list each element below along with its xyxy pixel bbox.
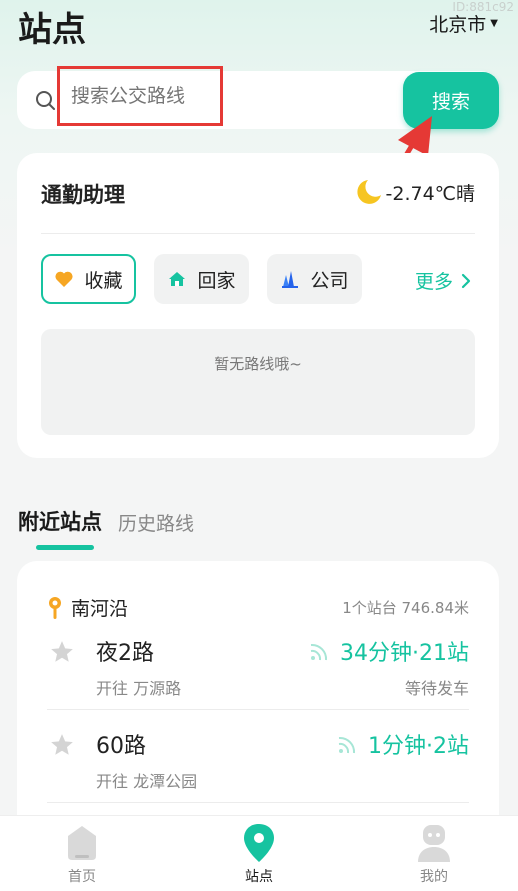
weather-text: -2.74℃晴: [385, 182, 476, 205]
header: 站点 北京市 ▼: [0, 0, 518, 60]
more-label: 更多: [414, 271, 453, 293]
home-label: 回家: [197, 269, 236, 292]
tab-nearby-stations[interactable]: 附近站点: [18, 506, 102, 550]
star-icon[interactable]: [49, 639, 75, 665]
weather-info: -2.74℃晴: [354, 177, 476, 207]
heart-icon: [55, 271, 74, 287]
tab-history-routes[interactable]: 历史路线: [118, 509, 194, 544]
route-status: 等待发车: [404, 679, 469, 698]
work-chip[interactable]: 公司: [267, 254, 362, 304]
route-destination: 开往 万源路: [96, 679, 182, 698]
station-tabs: 附近站点 历史路线: [18, 506, 194, 550]
favorite-chip[interactable]: 收藏: [41, 254, 136, 304]
nav-item-mine[interactable]: 我的: [374, 816, 494, 891]
divider: [47, 709, 469, 710]
route-item[interactable]: 夜2路 开往 万源路 34分钟·21站 等待发车: [47, 631, 469, 721]
favorite-label: 收藏: [84, 269, 123, 292]
realtime-signal-icon: [338, 736, 356, 754]
route-name: 夜2路: [96, 641, 154, 666]
station-name: 南河沿: [71, 598, 129, 620]
route-item[interactable]: 60路 开往 龙潭公园 1分钟·2站: [47, 724, 469, 814]
bus-stop-pin-icon: [49, 596, 61, 619]
user-icon: [418, 825, 450, 862]
house-icon: [169, 272, 186, 286]
building-icon: [282, 271, 299, 288]
route-eta: 1分钟·2站: [336, 728, 469, 760]
moon-icon: [356, 180, 381, 204]
city-selector[interactable]: 北京市 ▼: [429, 10, 498, 37]
search-icon: [36, 91, 55, 110]
station-header[interactable]: 南河沿 1个站台 746.84米: [47, 594, 469, 621]
route-eta-text: 34分钟·21站: [340, 641, 469, 666]
commute-title: 通勤助理: [41, 183, 125, 207]
route-destination: 开往 龙潭公园: [96, 772, 198, 791]
caret-down-icon: ▼: [490, 18, 498, 29]
location-pin-icon: [244, 824, 274, 862]
realtime-signal-icon: [310, 643, 328, 661]
bottom-nav: 首页 站点 我的: [0, 815, 518, 891]
more-link[interactable]: 更多: [415, 267, 471, 294]
route-eta: 34分钟·21站: [308, 635, 469, 667]
empty-route-text: 暂无路线哦~: [214, 354, 302, 373]
station-meta: 1个站台 746.84米: [342, 599, 469, 617]
divider: [47, 802, 469, 803]
station-name-group: 南河沿: [47, 594, 128, 621]
route-name: 60路: [96, 734, 146, 759]
empty-route-box: 暂无路线哦~: [41, 329, 475, 435]
search-input[interactable]: [57, 66, 223, 126]
home-chip[interactable]: 回家: [154, 254, 249, 304]
commute-assistant-card: 通勤助理 -2.74℃晴 收藏 回家 公司 更多 暂无路线哦~: [17, 153, 499, 458]
home-icon: [68, 826, 96, 860]
nav-item-home[interactable]: 首页: [22, 816, 142, 891]
chevron-right-icon: [461, 273, 471, 288]
route-eta-text: 1分钟·2站: [368, 734, 469, 759]
divider: [41, 233, 475, 234]
city-label: 北京市: [429, 14, 487, 36]
nav-item-station[interactable]: 站点: [199, 816, 319, 891]
nav-label-home: 首页: [68, 869, 96, 885]
page-title: 站点: [18, 10, 86, 50]
nav-label-station: 站点: [245, 869, 273, 885]
star-icon[interactable]: [49, 732, 75, 758]
work-label: 公司: [310, 269, 349, 292]
nav-label-mine: 我的: [420, 869, 448, 885]
